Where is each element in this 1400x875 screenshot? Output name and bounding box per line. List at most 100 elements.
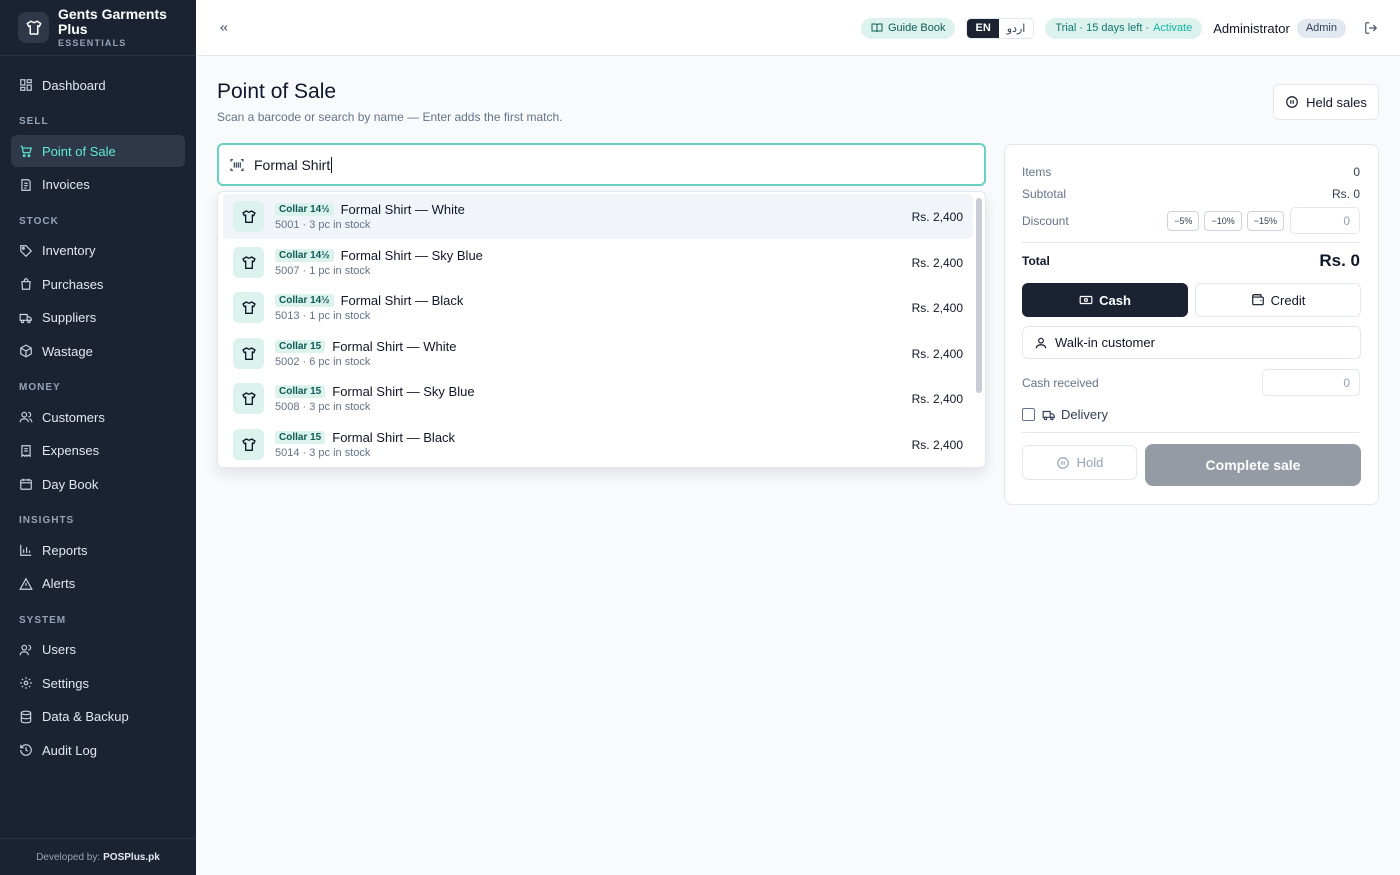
search-results-dropdown: Collar 14½ Formal Shirt — White 5001 · 3 … [217, 191, 986, 468]
sidebar-item-reports[interactable]: Reports [11, 534, 185, 566]
sidebar-item-suppliers[interactable]: Suppliers [11, 302, 185, 334]
sidebar-item-data-backup[interactable]: Data & Backup [11, 701, 185, 733]
collapse-sidebar-button[interactable] [216, 20, 232, 36]
divider [1022, 432, 1360, 433]
hold-label: Hold [1076, 455, 1104, 470]
warning-icon [19, 577, 33, 590]
search-result-row[interactable]: Collar 14½ Formal Shirt — Sky Blue 5007 ·… [223, 240, 973, 285]
sidebar-item-label: Expenses [42, 443, 100, 458]
page-title: Point of Sale [217, 80, 337, 103]
sidebar-item-point-of-sale[interactable]: Point of Sale [11, 135, 185, 167]
held-sales-label: Held sales [1306, 94, 1367, 110]
sidebar-item-label: Reports [42, 542, 88, 558]
brand-name: Gents Garments Plus [58, 6, 167, 37]
sidebar-item-audit-log[interactable]: Audit Log [11, 734, 185, 766]
items-label: Items [1022, 165, 1052, 179]
guide-book-label: Guide Book [888, 22, 946, 34]
trial-badge[interactable]: Trial · 15 days left · Activate [1045, 17, 1203, 39]
activate-link[interactable]: Activate [1153, 22, 1192, 34]
page-subtitle: Scan a barcode or search by name — Enter… [217, 110, 563, 124]
invoice-icon [21, 178, 31, 191]
product-price: Rs. 2,400 [911, 437, 963, 452]
cart-panel: Items 0 Subtotal Rs. 0 Discount −5% −10%… [1004, 144, 1379, 505]
discount-5-button[interactable]: −5% [1167, 210, 1200, 231]
product-search-input[interactable]: Formal Shirt [217, 143, 986, 186]
package-icon [20, 344, 32, 358]
truck-icon [19, 313, 32, 323]
pause-circle-icon [1286, 96, 1298, 108]
discount-input[interactable]: 0 [1290, 207, 1360, 234]
product-meta: 5014 · 3 pc in stock [275, 447, 371, 459]
search-result-row[interactable]: Collar 14½ Formal Shirt — Black 5013 · 1 … [223, 285, 973, 330]
subtotal-value: Rs. 0 [1331, 187, 1360, 201]
dashboard-icon [20, 79, 32, 91]
delivery-checkbox[interactable] [1022, 408, 1035, 421]
sidebar-item-label: Wastage [42, 343, 93, 359]
book-icon [871, 23, 883, 33]
discount-10-button[interactable]: −10% [1204, 210, 1242, 231]
gear-icon [20, 677, 32, 689]
sidebar-item-invoices[interactable]: Invoices [11, 169, 185, 201]
sidebar-item-dashboard[interactable]: Dashboard [11, 69, 185, 101]
sidebar-item-day-book[interactable]: Day Book [11, 468, 185, 500]
sidebar-item-purchases[interactable]: Purchases [11, 268, 185, 300]
sidebar-item-label: Users [42, 642, 76, 657]
hold-sale-button[interactable]: Hold [1022, 445, 1137, 480]
nav-section-insights: INSIGHTS [19, 515, 75, 526]
dropdown-scrollbar[interactable] [976, 198, 982, 393]
product-meta: 5002 · 6 pc in stock [275, 356, 371, 368]
truck-icon [1042, 410, 1055, 420]
delivery-option[interactable]: Delivery [1022, 407, 1108, 422]
sidebar-item-alerts[interactable]: Alerts [11, 568, 185, 600]
sidebar-item-settings[interactable]: Settings [11, 667, 185, 699]
sidebar-item-label: Data & Backup [42, 709, 129, 724]
complete-sale-button[interactable]: Complete sale [1145, 444, 1361, 486]
search-result-row[interactable]: Collar 15 Formal Shirt — Sky Blue 5008 · … [223, 376, 973, 421]
credit-payment-button[interactable]: Credit [1195, 283, 1361, 317]
lang-ur-button[interactable]: اردو [999, 19, 1034, 38]
brand-subtitle: ESSENTIALS [58, 38, 127, 48]
calendar-icon [20, 478, 32, 490]
total-value: Rs. 0 [1319, 251, 1360, 270]
product-meta: 5007 · 1 pc in stock [275, 265, 371, 277]
barcode-scan-icon [230, 158, 244, 171]
sidebar-footer: Developed by: POSPlus.pk [0, 838, 196, 875]
sidebar-item-wastage[interactable]: Wastage [11, 335, 185, 367]
collar-badge: Collar 15 [275, 385, 326, 398]
customer-select[interactable]: Walk-in customer [1022, 326, 1361, 359]
top-header: Guide Book EN اردو Trial · 15 days left … [196, 0, 1400, 56]
search-result-row[interactable]: Collar 15 Formal Shirt — White 5002 · 6 p… [223, 331, 973, 376]
product-name: Formal Shirt — Sky Blue [332, 384, 475, 399]
logout-button[interactable] [1364, 20, 1380, 36]
cash-payment-button[interactable]: Cash [1022, 283, 1188, 317]
nav-section-stock: STOCK [19, 215, 59, 227]
sidebar-item-label: Customers [42, 409, 105, 425]
product-name: Formal Shirt — Black [340, 293, 464, 308]
search-result-row[interactable]: Collar 14½ Formal Shirt — White 5001 · 3 … [223, 194, 973, 239]
sidebar-item-customers[interactable]: Customers [11, 401, 185, 433]
collar-badge: Collar 15 [275, 431, 326, 444]
database-icon [20, 710, 32, 723]
footer-brand-link[interactable]: POSPlus.pk [103, 852, 160, 863]
nav-section-system: SYSTEM [19, 614, 67, 626]
lang-en-button[interactable]: EN [967, 18, 999, 38]
history-icon [20, 744, 32, 756]
sidebar-item-inventory[interactable]: Inventory [11, 235, 185, 267]
held-sales-button[interactable]: Held sales [1273, 84, 1379, 120]
wallet-icon [1251, 294, 1264, 306]
search-result-row[interactable]: Collar 15 Formal Shirt — Black 5014 · 3 p… [223, 422, 973, 467]
guide-book-button[interactable]: Guide Book [861, 17, 956, 39]
total-label: Total [1022, 254, 1050, 268]
sidebar-item-expenses[interactable]: Expenses [11, 435, 185, 467]
cash-received-label: Cash received [1022, 375, 1099, 390]
discount-15-button[interactable]: −15% [1246, 210, 1284, 231]
user-icon [1035, 337, 1047, 348]
sidebar-item-users[interactable]: Users [11, 634, 185, 666]
cash-received-input[interactable]: 0 [1262, 369, 1360, 396]
product-price: Rs. 2,400 [911, 209, 963, 224]
collar-badge: Collar 14½ [275, 294, 334, 307]
brand[interactable]: Gents Garments Plus ESSENTIALS [0, 0, 196, 56]
collar-badge: Collar 14½ [275, 203, 334, 216]
product-name: Formal Shirt — White [332, 339, 457, 354]
chevrons-left-icon [220, 25, 228, 31]
